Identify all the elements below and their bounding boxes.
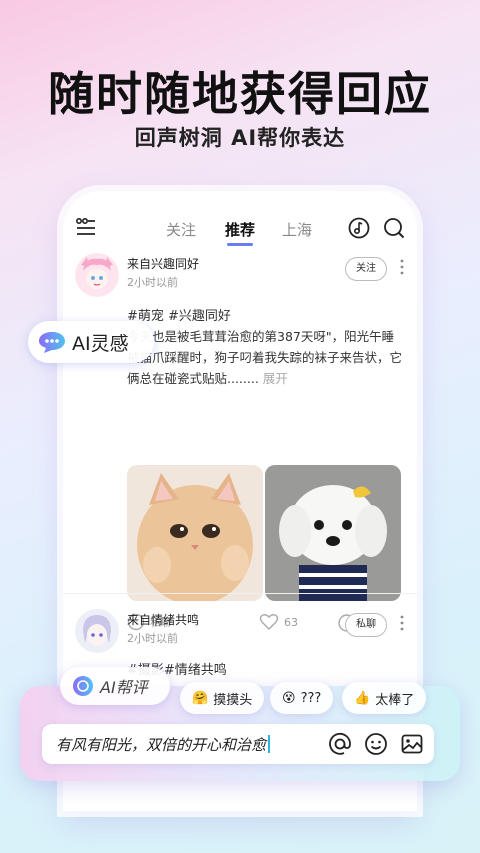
more-icon[interactable] <box>399 615 405 631</box>
text-caret <box>268 735 271 753</box>
emoji-face-icon[interactable] <box>364 732 388 756</box>
headline: 随时随地获得回应 <box>48 67 432 121</box>
emoji-icon: 👍 <box>354 690 371 706</box>
post-source: 来自情绪共鸣 <box>127 613 200 627</box>
image-icon[interactable] <box>400 732 424 756</box>
at-icon[interactable] <box>328 732 352 756</box>
more-icon[interactable] <box>399 259 405 275</box>
post-time: 2小时以前 <box>127 276 178 289</box>
post-body: 今天也是被毛茸茸治愈的第387天呀"，阳光午睡被猫爪踩醒时，狗子叼着我失踪的袜子… <box>127 329 403 386</box>
search-icon[interactable] <box>383 217 405 239</box>
tab-follow[interactable]: 关注 <box>166 219 196 240</box>
quick-reply-chip[interactable]: 🤗 摸摸头 <box>180 682 265 714</box>
ai-spark-badge[interactable]: AI灵感 <box>28 321 154 363</box>
quick-reply-chip[interactable]: 😵 ??? <box>270 682 334 714</box>
post-source: 来自兴趣同好 <box>127 257 200 271</box>
private-chat-button[interactable]: 私聊 <box>345 613 387 637</box>
tab-shanghai[interactable]: 上海 <box>282 219 312 240</box>
dog-photo[interactable] <box>265 465 401 601</box>
cat-photo[interactable] <box>127 465 263 601</box>
music-icon[interactable] <box>348 217 370 239</box>
reply-input[interactable]: 有风有阳光，双倍的开心和治愈 <box>42 724 434 764</box>
post-tags[interactable]: #萌宠 #兴趣同好 <box>127 305 231 324</box>
ai-chat-icon <box>39 332 65 353</box>
reply-input-text[interactable]: 有风有阳光，双倍的开心和治愈 <box>56 734 271 755</box>
emoji-icon: 😵 <box>282 690 296 706</box>
quick-reply-chip[interactable]: 👍 太棒了 <box>342 682 427 714</box>
avatar[interactable] <box>75 609 119 653</box>
ai-help-badge[interactable]: AI帮评 <box>60 667 170 705</box>
emoji-icon: 🤗 <box>192 690 209 706</box>
avatar[interactable] <box>75 253 119 297</box>
menu-icon[interactable] <box>75 217 97 237</box>
expand-link[interactable]: 展开 <box>263 371 288 386</box>
tab-recommend[interactable]: 推荐 <box>225 219 255 246</box>
top-nav: 关注 推荐 上海 <box>63 213 417 246</box>
post-divider <box>63 593 417 594</box>
ai-help-icon <box>73 676 93 696</box>
post-time: 2小时以前 <box>127 632 178 645</box>
follow-button[interactable]: 关注 <box>345 257 387 281</box>
subheadline: 回声树洞 AI帮你表达 <box>134 126 346 150</box>
